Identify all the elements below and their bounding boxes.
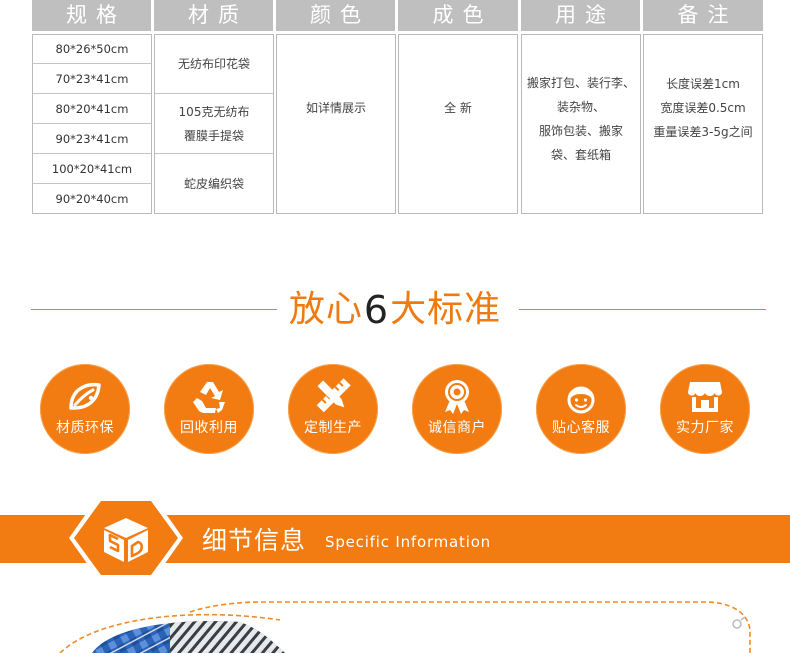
size-cell: 80*26*50cm <box>55 42 129 56</box>
title-rule-left <box>31 309 277 310</box>
standards-title-suffix: 大标准 <box>390 289 502 330</box>
size-cell: 90*23*41cm <box>55 131 129 146</box>
condition-column: 全 新 <box>398 34 518 214</box>
material-line: 无纺布印花袋 <box>177 57 250 71</box>
material-column: 无纺布印花袋 105克无纺布 覆膜手提袋 蛇皮编织袋 <box>154 34 274 214</box>
header-usage: 用途 <box>521 0 640 31</box>
material-cell: 无纺布印花袋 <box>155 35 273 93</box>
customer-service-icon <box>567 386 595 414</box>
header-color: 颜色 <box>276 0 395 31</box>
header-spec: 规格 <box>32 0 151 31</box>
size-cell: 90*20*40cm <box>55 191 129 206</box>
pencil-ruler-icon <box>316 378 351 413</box>
badge-label: 实力厂家 <box>676 420 734 436</box>
spec-table: 规格 材质 颜色 成色 用途 备注 80*26*50cm 70*23*41cm … <box>32 0 763 214</box>
color-column: 如详情展示 <box>276 34 396 214</box>
material-line: 105克无纺布 <box>178 104 250 119</box>
usage-line: 袋、套纸箱 <box>550 148 611 162</box>
material-line: 蛇皮编织袋 <box>183 176 244 191</box>
storefront-icon <box>688 382 722 412</box>
header-notes: 备注 <box>643 0 763 31</box>
material-line: 覆膜手提袋 <box>183 128 244 143</box>
detail-banner-title: 细节信息 <box>202 526 307 555</box>
badge-service: 贴心客服 <box>536 364 626 454</box>
usage-value: 搬家打包、装行李、 装杂物、 服饰包装、搬家 袋、套纸箱 <box>522 35 640 203</box>
usage-line: 装杂物、 <box>556 100 605 114</box>
badge-label: 回收利用 <box>180 420 238 436</box>
usage-column: 搬家打包、装行李、 装杂物、 服饰包装、搬家 袋、套纸箱 <box>521 34 641 214</box>
usage-line: 搬家打包、装行李、 <box>526 76 635 90</box>
badge-label: 诚信商户 <box>428 420 486 436</box>
badge-label: 贴心客服 <box>552 420 610 436</box>
notes-value: 长度误差1cm 宽度误差0.5cm 重量误差3-5g之间 <box>644 35 762 181</box>
material-cell: 蛇皮编织袋 <box>155 154 273 213</box>
size-column: 80*26*50cm 70*23*41cm 80*20*41cm 90*23*4… <box>32 34 152 214</box>
notes-line: 宽度误差0.5cm <box>660 101 746 115</box>
standards-title: 放心 6 大标准 <box>280 284 510 336</box>
material-cell: 105克无纺布 覆膜手提袋 <box>155 94 273 153</box>
size-cell: 100*20*41cm <box>51 161 133 176</box>
badge-factory: 实力厂家 <box>660 364 750 454</box>
detail-banner-logo <box>68 496 184 580</box>
standards-title-number: 6 <box>363 288 390 332</box>
medal-icon <box>445 380 469 414</box>
badge-label: 定制生产 <box>304 420 362 436</box>
badge-custom: 定制生产 <box>288 364 378 454</box>
size-cell: 70*23*41cm <box>55 71 129 86</box>
product-photo-frame <box>59 601 751 653</box>
eco-leaf-icon <box>69 382 101 410</box>
badge-recycle: 回收利用 <box>164 364 254 454</box>
header-condition: 成色 <box>398 0 518 31</box>
title-rule-right <box>519 309 766 310</box>
notes-column: 长度误差1cm 宽度误差0.5cm 重量误差3-5g之间 <box>643 34 763 214</box>
standards-title-prefix: 放心 <box>288 289 363 330</box>
header-material: 材质 <box>154 0 273 31</box>
color-value: 如详情展示 <box>305 101 366 115</box>
notes-line: 重量误差3-5g之间 <box>653 125 753 139</box>
notes-line: 长度误差1cm <box>666 77 740 91</box>
recycle-icon <box>193 382 225 413</box>
size-cell: 80*20*41cm <box>55 101 129 116</box>
usage-line: 服饰包装、搬家 <box>538 124 623 138</box>
detail-banner-subtitle: Specific Information <box>325 533 491 551</box>
condition-value: 全 新 <box>444 101 472 115</box>
badge-eco: 材质环保 <box>40 364 130 454</box>
sd-logo-icon <box>69 497 183 579</box>
badge-label: 材质环保 <box>56 420 114 436</box>
badge-integrity: 诚信商户 <box>412 364 502 454</box>
